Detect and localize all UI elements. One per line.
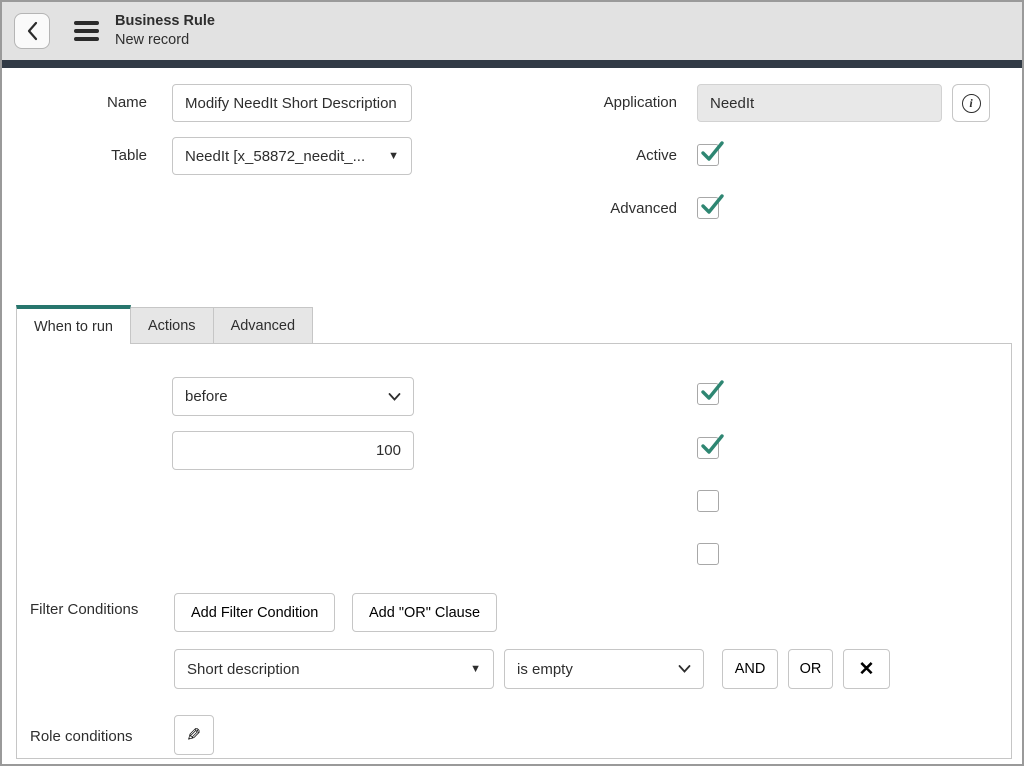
- role-conditions-label: Role conditions: [30, 728, 133, 745]
- advanced-label: Advanced: [502, 200, 677, 217]
- edit-role-conditions-button[interactable]: ✎: [174, 715, 214, 755]
- and-button[interactable]: AND: [722, 649, 778, 689]
- name-label: Name: [2, 94, 147, 111]
- dropdown-triangle-icon: ▼: [388, 150, 399, 162]
- pencil-icon: ✎: [186, 725, 201, 746]
- condition-field-dropdown[interactable]: Short description ▼: [174, 649, 494, 689]
- condition-operator-select[interactable]: is empty: [504, 649, 704, 689]
- update-checkbox[interactable]: [697, 437, 719, 459]
- condition-field-value: Short description: [187, 661, 300, 678]
- when-select[interactable]: before: [172, 377, 414, 416]
- filter-conditions-label: Filter Conditions: [30, 601, 138, 618]
- advanced-checkbox[interactable]: [697, 197, 719, 219]
- title-block: Business Rule New record: [115, 12, 215, 50]
- order-input[interactable]: [172, 431, 414, 470]
- close-icon: ✕: [859, 658, 875, 681]
- dropdown-triangle-icon: ▼: [470, 663, 481, 675]
- active-checkbox[interactable]: [697, 144, 719, 166]
- chevron-down-icon: [388, 393, 401, 401]
- when-select-value: before: [185, 388, 228, 405]
- when-to-run-panel: [16, 343, 1012, 759]
- add-filter-condition-button[interactable]: Add Filter Condition: [174, 593, 335, 632]
- context-menu-icon[interactable]: [74, 21, 99, 41]
- chevron-down-icon: [678, 665, 691, 673]
- insert-checkbox[interactable]: [697, 383, 719, 405]
- header-bar: Business Rule New record: [2, 2, 1022, 60]
- condition-operator-value: is empty: [517, 661, 573, 678]
- info-icon: i: [962, 94, 981, 113]
- tab-advanced[interactable]: Advanced: [214, 307, 314, 344]
- back-button[interactable]: [14, 13, 50, 49]
- tab-when-to-run[interactable]: When to run: [16, 305, 131, 344]
- name-input[interactable]: [172, 84, 412, 122]
- checkmark-icon: [699, 192, 725, 218]
- active-label: Active: [502, 147, 677, 164]
- page-subtitle: New record: [115, 31, 215, 50]
- table-dropdown-value: NeedIt [x_58872_needit_...: [185, 148, 365, 165]
- or-button[interactable]: OR: [788, 649, 833, 689]
- query-checkbox[interactable]: [697, 543, 719, 565]
- application-info-button[interactable]: i: [952, 84, 990, 122]
- business-rule-form-page: Business Rule New record Name Table Need…: [0, 0, 1024, 766]
- application-field: NeedIt: [697, 84, 942, 122]
- checkmark-icon: [699, 378, 725, 404]
- table-dropdown[interactable]: NeedIt [x_58872_needit_... ▼: [172, 137, 412, 175]
- application-label: Application: [502, 94, 677, 111]
- tab-actions[interactable]: Actions: [131, 307, 214, 344]
- checkmark-icon: [699, 139, 725, 165]
- chevron-left-icon: [26, 21, 38, 41]
- delete-checkbox[interactable]: [697, 490, 719, 512]
- form-tabs: When to run Actions Advanced: [16, 305, 313, 344]
- table-label: Table: [2, 147, 147, 164]
- checkmark-icon: [699, 432, 725, 458]
- delete-condition-button[interactable]: ✕: [843, 649, 890, 689]
- add-or-clause-button[interactable]: Add "OR" Clause: [352, 593, 497, 632]
- page-title: Business Rule: [115, 12, 215, 31]
- header-divider: [2, 60, 1022, 68]
